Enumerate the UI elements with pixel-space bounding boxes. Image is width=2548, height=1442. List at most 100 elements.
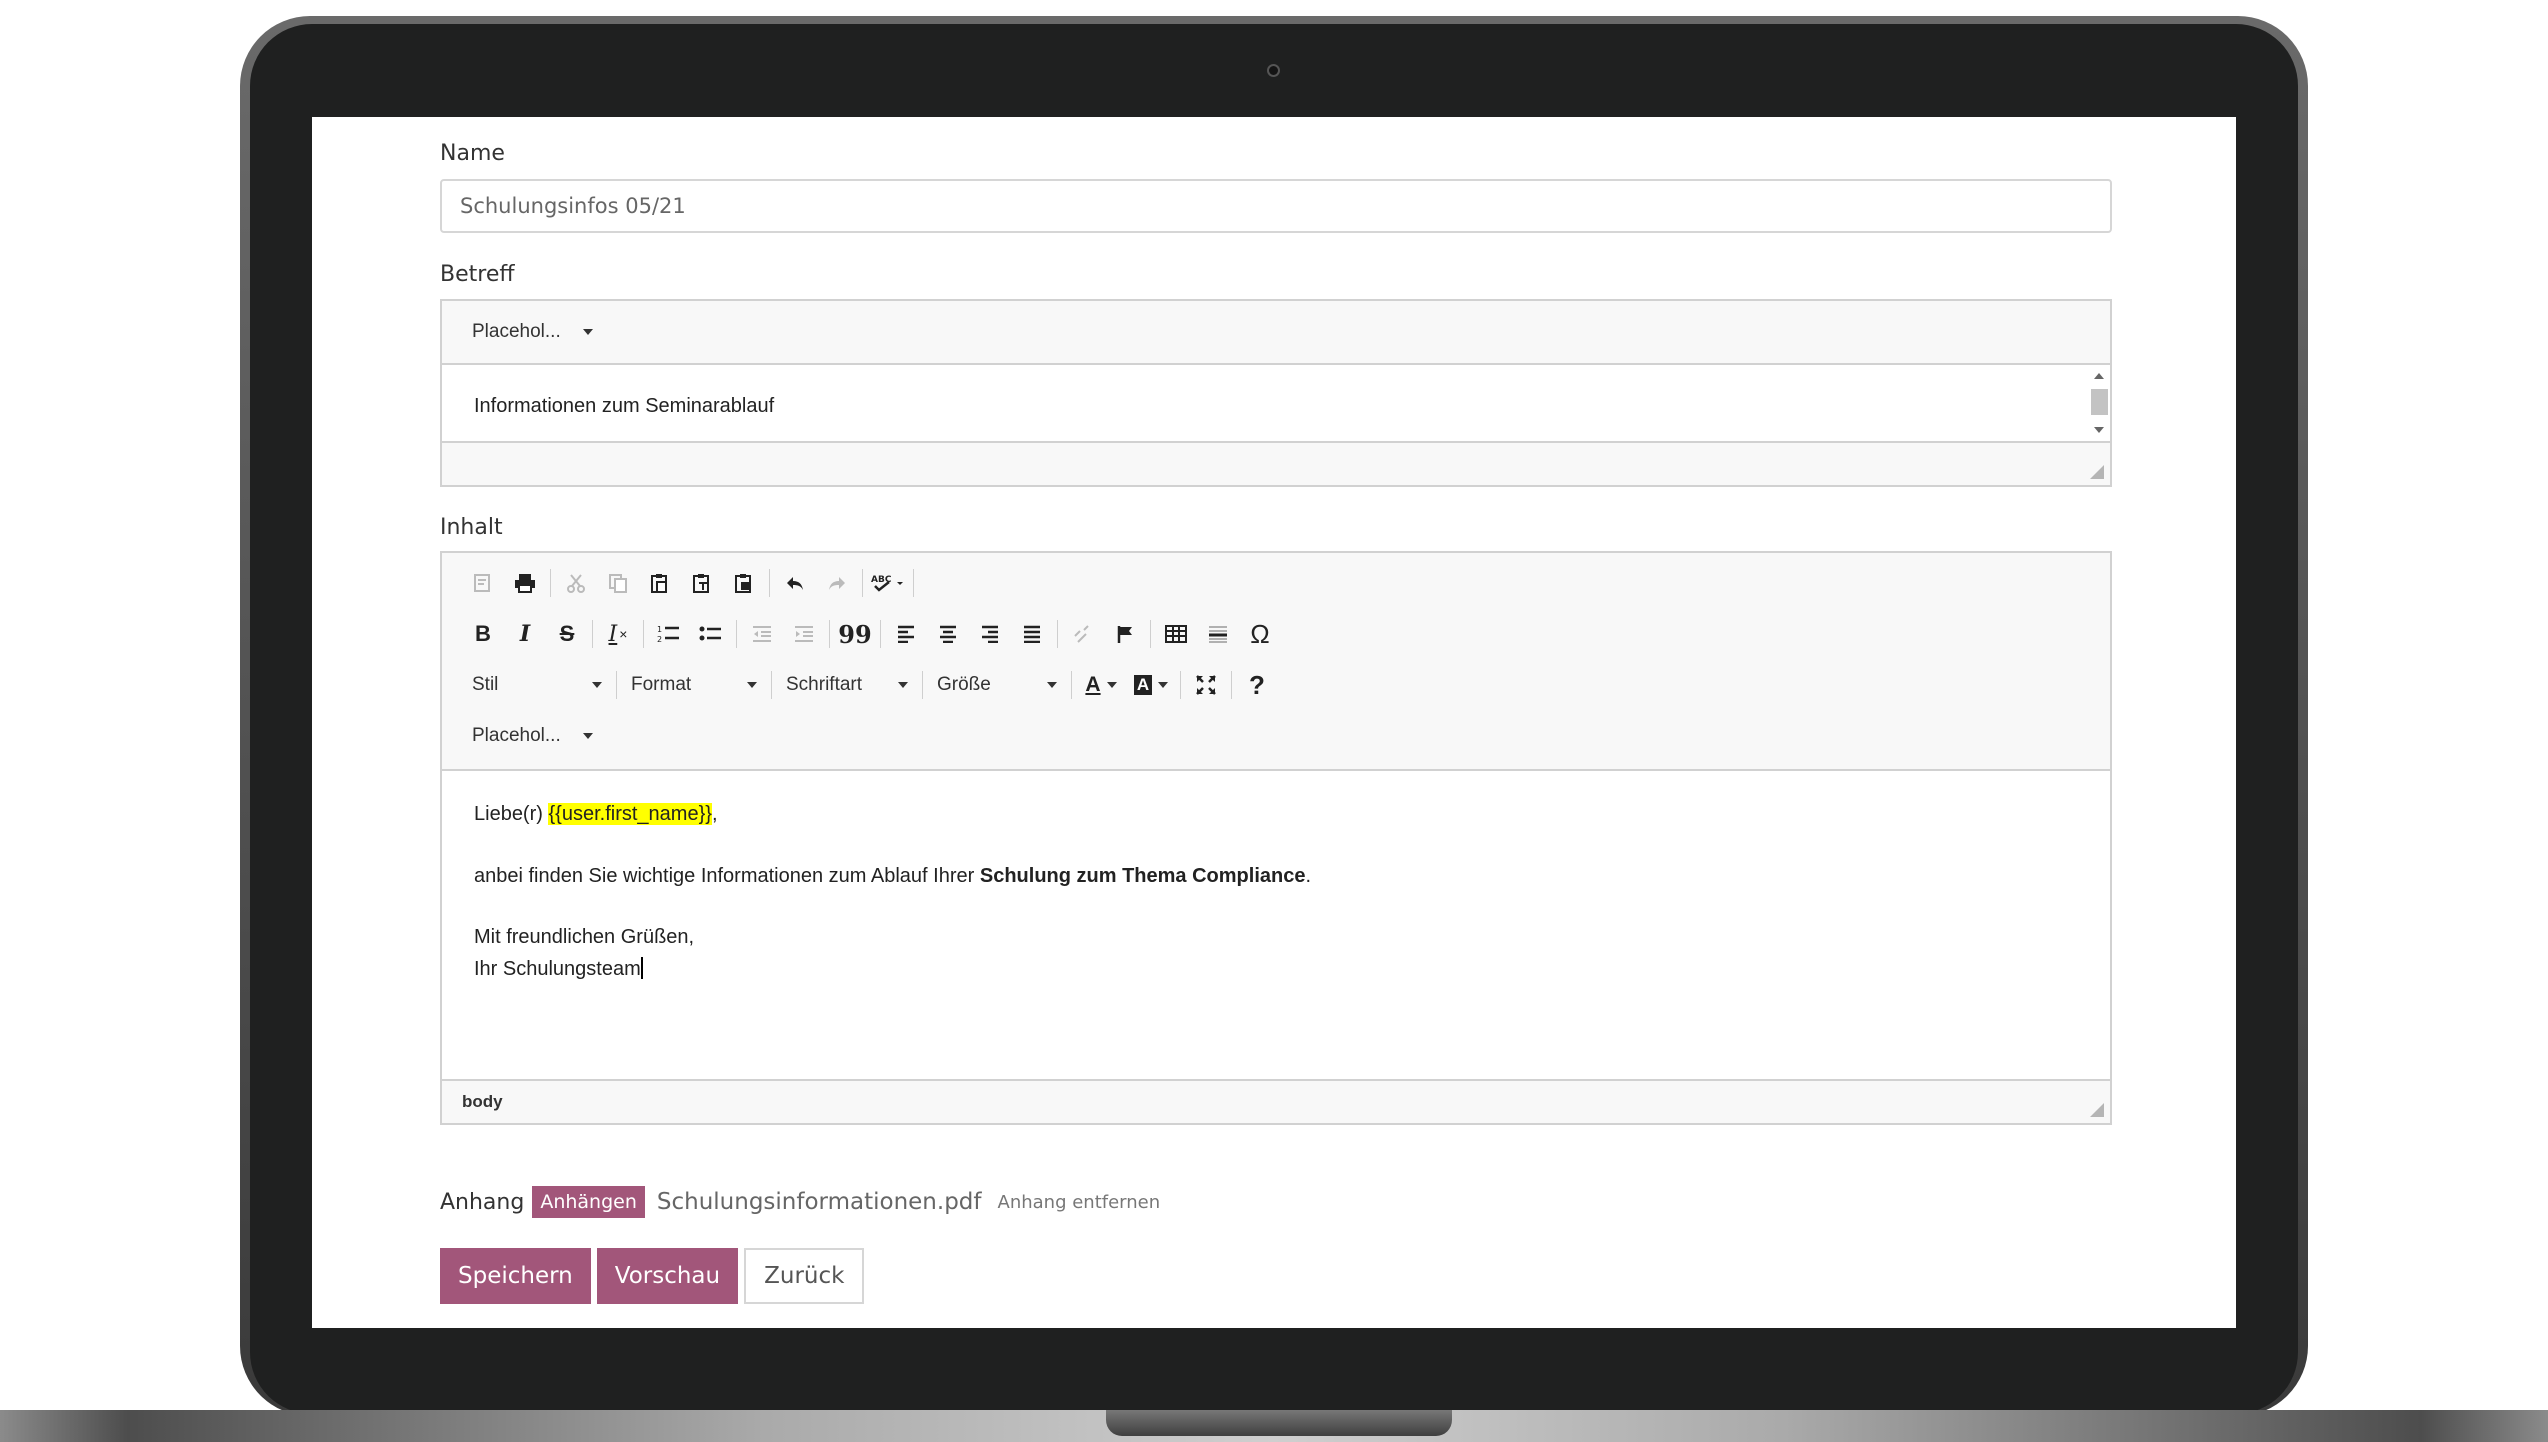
attach-button[interactable]: Anhängen [532, 1186, 645, 1218]
element-path: body [442, 1081, 2110, 1123]
anchor-flag-icon[interactable] [1104, 613, 1146, 655]
content-placeholder-dropdown[interactable]: Placehol... [472, 725, 593, 747]
paste-icon[interactable] [639, 562, 681, 604]
content-label: Inhalt [440, 515, 503, 540]
toolbar-row-1: ABC [462, 562, 918, 604]
chevron-down-icon [747, 682, 757, 688]
special-char-icon[interactable]: Ω [1239, 613, 1281, 655]
toolbar-separator [771, 671, 772, 699]
help-icon[interactable]: ? [1236, 664, 1278, 706]
paste-word-icon[interactable] [723, 562, 765, 604]
info-prefix: anbei finden Sie wichtige Informationen … [474, 865, 980, 887]
bg-color-icon: A [1133, 675, 1153, 695]
size-dropdown-label: Größe [937, 674, 991, 695]
info-line: anbei finden Sie wichtige Informationen … [474, 865, 1311, 888]
toolbar-separator [829, 620, 830, 648]
align-right-icon[interactable] [969, 613, 1011, 655]
font-dropdown[interactable]: Schriftart [776, 664, 918, 706]
save-button[interactable]: Speichern [440, 1248, 591, 1304]
toolbar-separator [643, 620, 644, 648]
element-path-body[interactable]: body [462, 1092, 503, 1112]
cut-icon[interactable] [555, 562, 597, 604]
remove-format-icon: I [608, 621, 618, 647]
laptop-hinge [1106, 1410, 1452, 1436]
scroll-thumb[interactable] [2091, 389, 2108, 415]
toolbar-separator [1150, 620, 1151, 648]
svg-text:1: 1 [657, 625, 662, 634]
horizontal-line-icon[interactable] [1197, 613, 1239, 655]
text-cursor [640, 957, 643, 979]
chevron-down-icon [1158, 682, 1169, 688]
greeting-suffix: , [711, 803, 718, 825]
text-color-button[interactable]: A [1076, 664, 1126, 706]
editor-toolbar: ABC B I S I × 12 99 Ω Stil Format Schrif… [442, 553, 2110, 769]
bullet-list-icon[interactable] [690, 613, 732, 655]
content-placeholder-label: Placehol... [472, 725, 561, 746]
resize-handle-icon[interactable] [2090, 1103, 2104, 1117]
indent-icon[interactable] [783, 613, 825, 655]
content-editor: ABC B I S I × 12 99 Ω Stil Format Schrif… [440, 551, 2112, 1125]
numbered-list-icon[interactable]: 12 [648, 613, 690, 655]
strike-button[interactable]: S [546, 613, 588, 655]
toolbar-separator [1071, 671, 1072, 699]
name-input[interactable]: Schulungsinfos 05/21 [440, 179, 2112, 233]
subject-editor: Placehol... Informationen zum Seminarabl… [440, 299, 2112, 487]
svg-text:2: 2 [657, 635, 662, 644]
copy-icon[interactable] [597, 562, 639, 604]
templates-icon[interactable] [462, 562, 504, 604]
remove-format-button[interactable]: I × [597, 613, 639, 655]
name-label: Name [440, 141, 505, 166]
resize-handle-icon[interactable] [2090, 465, 2104, 479]
clear-x-icon: × [619, 626, 628, 642]
toolbar-separator [1231, 671, 1232, 699]
bold-button[interactable]: B [462, 613, 504, 655]
toolbar-row-2: B I S I × 12 99 Ω [462, 613, 1281, 655]
toolbar-separator [1057, 620, 1058, 648]
undo-icon[interactable] [774, 562, 816, 604]
subject-label: Betreff [440, 262, 515, 287]
toolbar-separator [922, 671, 923, 699]
form-actions: Speichern Vorschau Zurück [440, 1248, 865, 1304]
preview-button[interactable]: Vorschau [596, 1248, 739, 1304]
scroll-up-icon[interactable] [2094, 373, 2104, 379]
format-dropdown-label: Format [631, 674, 692, 695]
unlink-icon[interactable] [1062, 613, 1104, 655]
redo-icon[interactable] [816, 562, 858, 604]
style-dropdown[interactable]: Stil [462, 664, 612, 706]
outdent-icon[interactable] [741, 613, 783, 655]
toolbar-separator [769, 569, 770, 597]
chevron-down-icon [898, 682, 908, 688]
toolbar-separator [592, 620, 593, 648]
chevron-down-icon [1047, 682, 1057, 688]
print-icon[interactable] [504, 562, 546, 604]
subject-input[interactable]: Informationen zum Seminarablauf [442, 363, 2110, 443]
table-icon[interactable] [1155, 613, 1197, 655]
toolbar-separator [550, 569, 551, 597]
back-button[interactable]: Zurück [744, 1248, 865, 1304]
scroll-down-icon[interactable] [2094, 427, 2104, 433]
toolbar-separator [736, 620, 737, 648]
align-left-icon[interactable] [885, 613, 927, 655]
spellcheck-icon[interactable]: ABC [867, 562, 909, 604]
bg-color-button[interactable]: A [1126, 664, 1176, 706]
toolbar-separator [862, 569, 863, 597]
italic-button[interactable]: I [504, 613, 546, 655]
align-justify-icon[interactable] [1011, 613, 1053, 655]
remove-attachment-link[interactable]: Anhang entfernen [998, 1192, 1161, 1213]
content-editor-area[interactable]: Liebe(r) {{user.first_name}}, anbei find… [442, 769, 2110, 1081]
paste-text-icon[interactable] [681, 562, 723, 604]
toolbar-row-4: Placehol... [472, 715, 593, 757]
subject-placeholder-dropdown[interactable]: Placehol... [472, 321, 593, 343]
format-dropdown[interactable]: Format [621, 664, 767, 706]
text-color-icon: A [1085, 673, 1101, 696]
subject-value: Informationen zum Seminarablauf [474, 395, 775, 417]
subject-scrollbar[interactable] [2088, 365, 2110, 441]
size-dropdown[interactable]: Größe [927, 664, 1067, 706]
greeting-line: Liebe(r) {{user.first_name}}, [474, 803, 718, 826]
blockquote-icon[interactable]: 99 [834, 613, 876, 655]
chevron-down-icon [582, 733, 593, 739]
align-center-icon[interactable] [927, 613, 969, 655]
chevron-down-icon [592, 682, 602, 688]
screen: Name Schulungsinfos 05/21 Betreff Placeh… [312, 117, 2236, 1328]
maximize-icon[interactable] [1185, 664, 1227, 706]
